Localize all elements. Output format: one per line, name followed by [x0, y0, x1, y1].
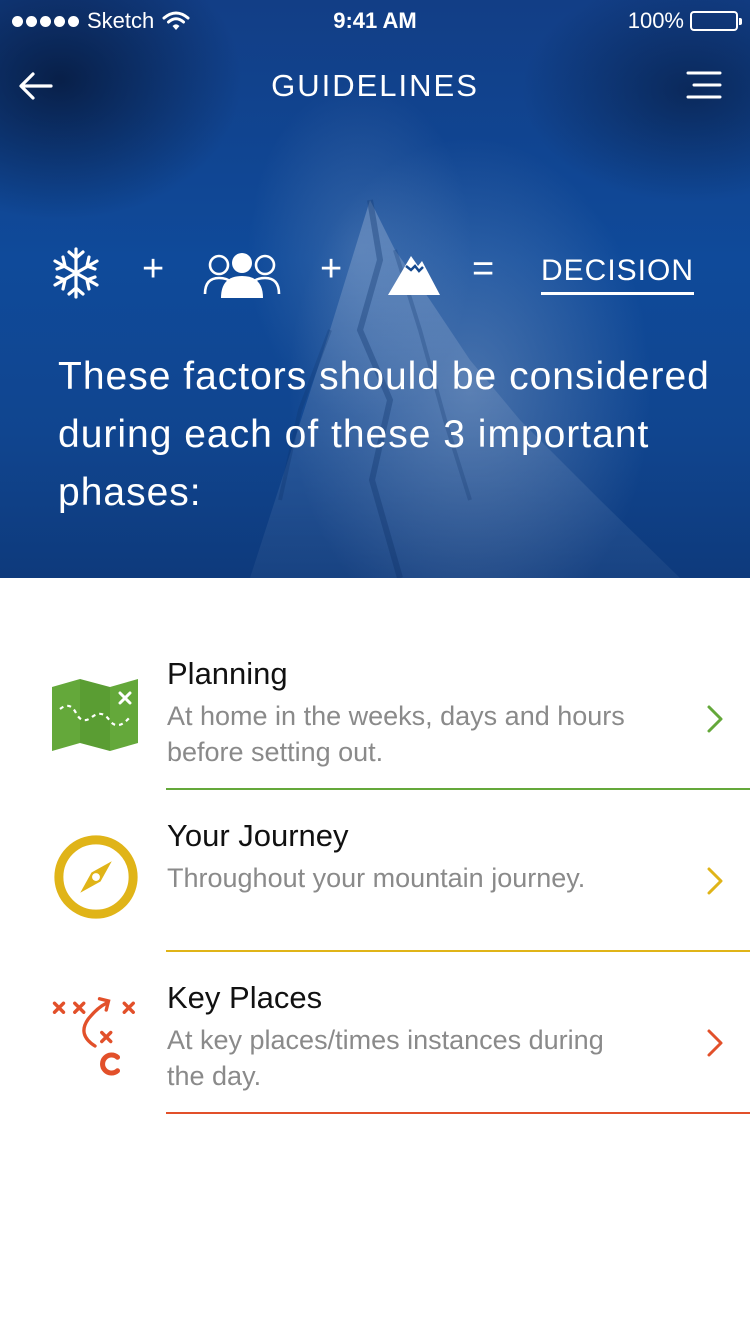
decision-formula: + + = DECISION — [0, 240, 750, 304]
list-item-your-journey[interactable]: Your Journey Throughout your mountain jo… — [0, 790, 750, 952]
phase-title: Key Places — [167, 980, 323, 1015]
phase-list: Planning At home in the weeks, days and … — [0, 628, 750, 1114]
hamburger-menu-icon[interactable] — [686, 70, 722, 100]
decision-link[interactable]: DECISION — [541, 254, 695, 295]
list-item-planning[interactable]: Planning At home in the weeks, days and … — [0, 628, 750, 790]
phase-description: Throughout your mountain journey. — [167, 863, 586, 893]
hero-header: Sketch 9:41 AM 100% GUIDELINES + + = DEC… — [0, 0, 750, 578]
intro-text: These factors should be considered durin… — [58, 355, 710, 514]
chevron-right-icon — [707, 867, 723, 895]
map-icon — [52, 679, 138, 751]
status-right: 100% — [627, 8, 742, 34]
plus-sign: + — [320, 248, 343, 290]
phase-description: At home in the weeks, days and hours bef… — [167, 701, 625, 767]
battery-icon — [690, 11, 742, 31]
equals-sign: = — [472, 248, 495, 290]
phase-title: Planning — [167, 656, 288, 691]
phase-description: At key places/times instances during the… — [167, 1025, 604, 1091]
phase-title: Your Journey — [167, 818, 349, 853]
plus-sign: + — [142, 248, 165, 290]
mountain-icon — [388, 256, 440, 295]
tactics-icon — [52, 997, 135, 1076]
chevron-right-icon — [707, 705, 723, 733]
compass-icon — [54, 835, 138, 919]
group-icon — [203, 253, 281, 298]
snowflake-icon — [53, 247, 99, 299]
chevron-right-icon — [707, 1029, 723, 1057]
status-bar: Sketch 9:41 AM 100% — [0, 0, 750, 40]
list-item-key-places[interactable]: Key Places At key places/times instances… — [0, 952, 750, 1114]
battery-percent: 100% — [627, 8, 684, 33]
row-divider — [166, 1112, 750, 1114]
page-title: GUIDELINES — [271, 68, 479, 103]
